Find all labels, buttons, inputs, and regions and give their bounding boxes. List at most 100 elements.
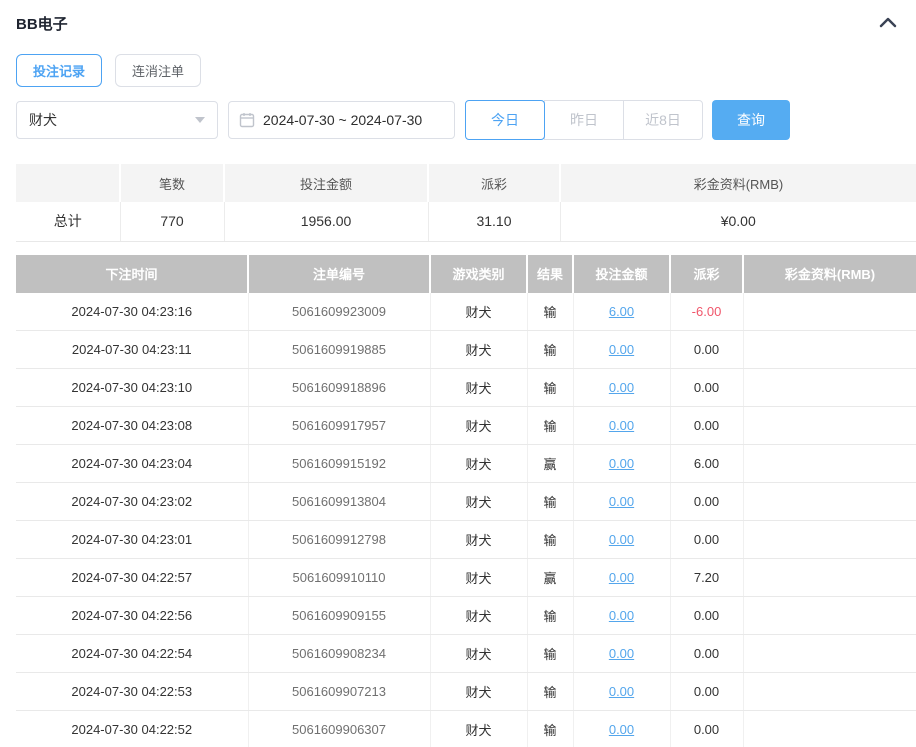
result-cell: 输 <box>527 521 573 559</box>
bet-amount-link[interactable]: 0.00 <box>609 418 634 433</box>
summary-header-cell <box>16 164 120 202</box>
result-cell: 输 <box>527 407 573 445</box>
bet-amount-cell: 0.00 <box>573 445 670 483</box>
bonus-cell <box>743 559 916 597</box>
date-range-value: 2024-07-30 ~ 2024-07-30 <box>263 112 422 128</box>
order-id-cell: 5061609915192 <box>248 445 430 483</box>
game-select-value: 财犬 <box>29 110 57 130</box>
bet-amount-link[interactable]: 0.00 <box>609 380 634 395</box>
bet-amount-cell: 0.00 <box>573 711 670 747</box>
payout-cell: -6.00 <box>670 293 743 331</box>
bet-amount-cell: 0.00 <box>573 673 670 711</box>
bet-time-cell: 2024-07-30 04:23:11 <box>16 331 248 369</box>
quick-range-group: 今日 昨日 近8日 <box>465 100 703 140</box>
payout-cell: 0.00 <box>670 635 743 673</box>
game-type-cell: 财犬 <box>430 483 527 521</box>
bonus-cell <box>743 597 916 635</box>
records-header-cell: 结果 <box>527 255 573 293</box>
range-today-button[interactable]: 今日 <box>465 100 545 140</box>
game-type-cell: 财犬 <box>430 711 527 747</box>
result-cell: 输 <box>527 293 573 331</box>
table-row: 2024-07-30 04:23:015061609912798财犬输0.000… <box>16 521 916 559</box>
bet-amount-link[interactable]: 6.00 <box>609 304 634 319</box>
bet-amount-cell: 0.00 <box>573 635 670 673</box>
summary-count-value: 770 <box>120 202 224 241</box>
bet-amount-link[interactable]: 0.00 <box>609 532 634 547</box>
order-id-cell: 5061609923009 <box>248 293 430 331</box>
result-cell: 输 <box>527 483 573 521</box>
table-row: 2024-07-30 04:23:025061609913804财犬输0.000… <box>16 483 916 521</box>
payout-cell: 0.00 <box>670 331 743 369</box>
bonus-cell <box>743 293 916 331</box>
payout-cell: 0.00 <box>670 369 743 407</box>
query-button[interactable]: 查询 <box>712 100 790 140</box>
bet-amount-cell: 0.00 <box>573 521 670 559</box>
bet-amount-link[interactable]: 0.00 <box>609 722 634 737</box>
summary-bonus-value: ¥0.00 <box>560 202 916 241</box>
summary-table: 笔数投注金额派彩彩金资料(RMB) 总计 770 1956.00 31.10 ¥… <box>16 164 916 242</box>
game-type-cell: 财犬 <box>430 521 527 559</box>
order-id-cell: 5061609917957 <box>248 407 430 445</box>
order-id-cell: 5061609907213 <box>248 673 430 711</box>
payout-cell: 0.00 <box>670 483 743 521</box>
bet-amount-cell: 0.00 <box>573 559 670 597</box>
bet-amount-link[interactable]: 0.00 <box>609 494 634 509</box>
bonus-cell <box>743 331 916 369</box>
summary-bet-amount-value: 1956.00 <box>224 202 428 241</box>
game-type-cell: 财犬 <box>430 331 527 369</box>
payout-cell: 0.00 <box>670 407 743 445</box>
game-type-cell: 财犬 <box>430 559 527 597</box>
bet-time-cell: 2024-07-30 04:23:08 <box>16 407 248 445</box>
bet-amount-cell: 0.00 <box>573 331 670 369</box>
date-range-input[interactable]: 2024-07-30 ~ 2024-07-30 <box>228 101 455 139</box>
game-type-cell: 财犬 <box>430 635 527 673</box>
summary-total-row: 总计 770 1956.00 31.10 ¥0.00 <box>16 202 916 241</box>
summary-header-cell: 投注金额 <box>224 164 428 202</box>
result-cell: 输 <box>527 331 573 369</box>
tab-bet-records[interactable]: 投注记录 <box>16 54 102 87</box>
payout-cell: 6.00 <box>670 445 743 483</box>
bb-games-panel: BB电子 投注记录 连消注单 财犬 2024-07-30 ~ 2024-07-3… <box>0 0 916 747</box>
bet-time-cell: 2024-07-30 04:22:52 <box>16 711 248 747</box>
table-row: 2024-07-30 04:22:535061609907213财犬输0.000… <box>16 673 916 711</box>
bet-amount-cell: 0.00 <box>573 369 670 407</box>
bet-amount-link[interactable]: 0.00 <box>609 342 634 357</box>
table-row: 2024-07-30 04:22:525061609906307财犬输0.000… <box>16 711 916 747</box>
records-header-cell: 投注金额 <box>573 255 670 293</box>
bet-amount-link[interactable]: 0.00 <box>609 456 634 471</box>
range-yesterday-button[interactable]: 昨日 <box>544 100 624 140</box>
summary-payout-value: 31.10 <box>428 202 560 241</box>
order-id-cell: 5061609906307 <box>248 711 430 747</box>
table-row: 2024-07-30 04:23:115061609919885财犬输0.000… <box>16 331 916 369</box>
bonus-cell <box>743 711 916 747</box>
payout-cell: 0.00 <box>670 673 743 711</box>
order-id-cell: 5061609908234 <box>248 635 430 673</box>
order-id-cell: 5061609912798 <box>248 521 430 559</box>
bonus-cell <box>743 445 916 483</box>
collapse-panel-button[interactable] <box>876 11 900 35</box>
bonus-cell <box>743 635 916 673</box>
bet-amount-link[interactable]: 0.00 <box>609 570 634 585</box>
bonus-cell <box>743 407 916 445</box>
bet-amount-link[interactable]: 0.00 <box>609 608 634 623</box>
game-select[interactable]: 财犬 <box>16 101 218 139</box>
caret-down-icon <box>195 117 205 123</box>
bet-time-cell: 2024-07-30 04:23:01 <box>16 521 248 559</box>
summary-header-row: 笔数投注金额派彩彩金资料(RMB) <box>16 164 916 202</box>
game-type-cell: 财犬 <box>430 407 527 445</box>
page-title: BB电子 <box>16 13 68 34</box>
result-cell: 输 <box>527 597 573 635</box>
summary-total-label: 总计 <box>16 202 120 241</box>
tab-cancelled-orders[interactable]: 连消注单 <box>115 54 201 87</box>
order-id-cell: 5061609918896 <box>248 369 430 407</box>
table-row: 2024-07-30 04:22:575061609910110财犬赢0.007… <box>16 559 916 597</box>
summary-header-cell: 派彩 <box>428 164 560 202</box>
result-cell: 赢 <box>527 559 573 597</box>
game-type-cell: 财犬 <box>430 597 527 635</box>
record-type-tabs: 投注记录 连消注单 <box>16 54 916 87</box>
bet-amount-link[interactable]: 0.00 <box>609 684 634 699</box>
range-last8days-button[interactable]: 近8日 <box>623 100 703 140</box>
bet-amount-link[interactable]: 0.00 <box>609 646 634 661</box>
records-header-cell: 派彩 <box>670 255 743 293</box>
panel-header: BB电子 <box>16 8 916 38</box>
